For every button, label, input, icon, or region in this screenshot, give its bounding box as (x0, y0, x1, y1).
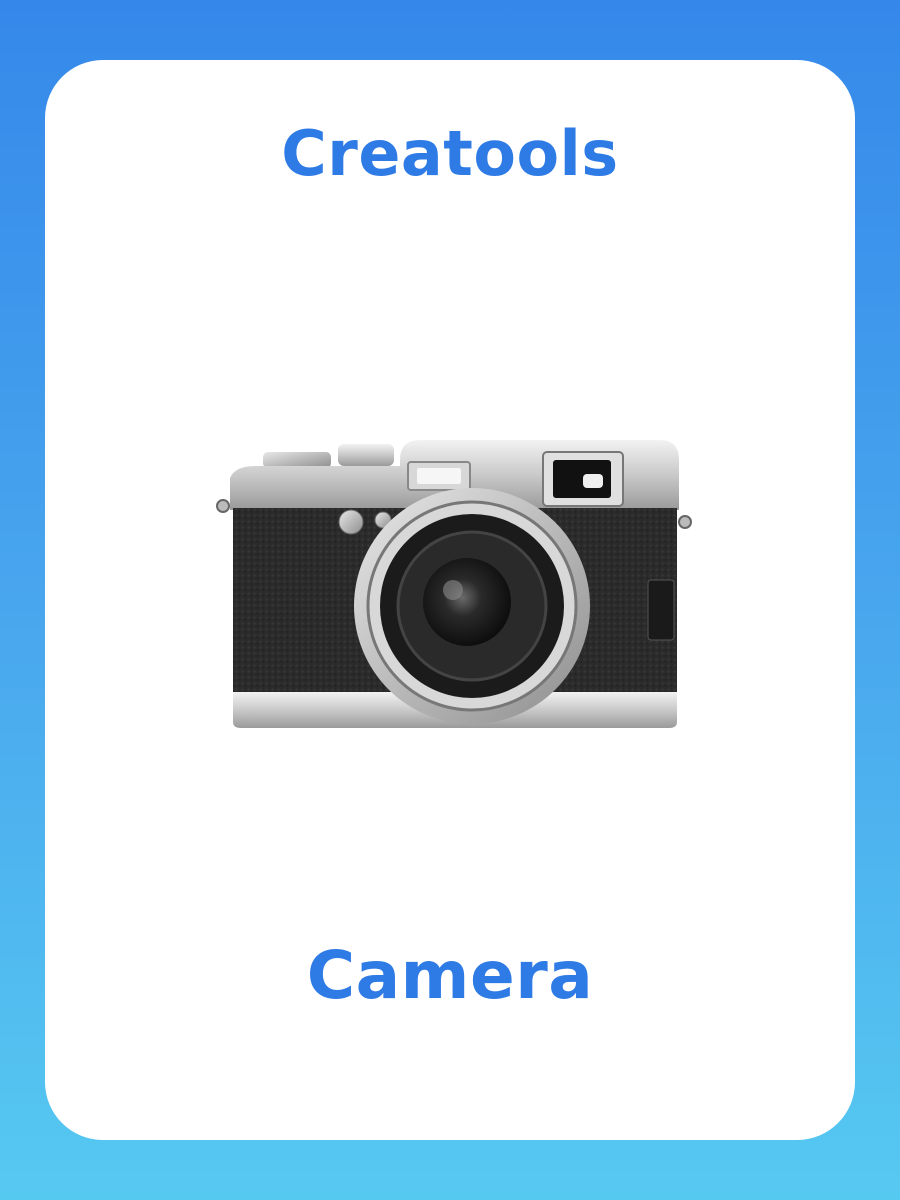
brand-title: Creatools (281, 117, 619, 190)
card-word: Camera (306, 937, 594, 1014)
camera-photo (216, 440, 692, 728)
